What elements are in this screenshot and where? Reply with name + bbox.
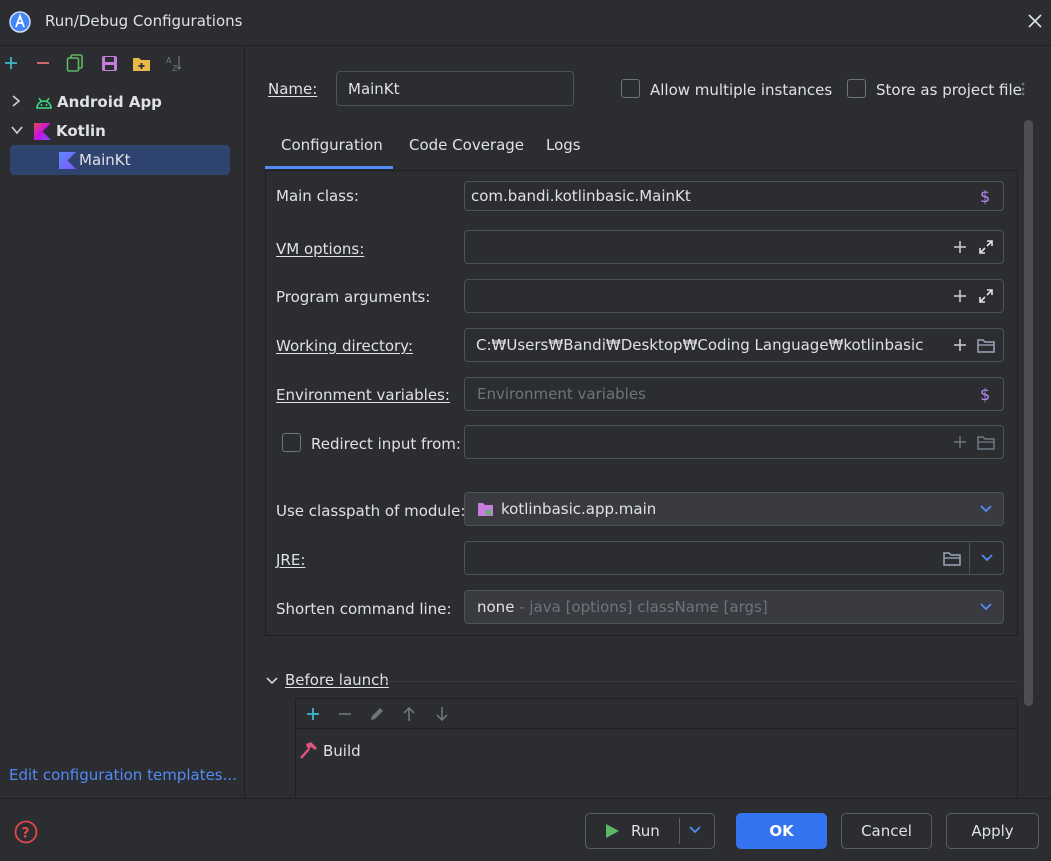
kotlin-icon (34, 122, 56, 140)
classpath-module-select[interactable]: kotlinbasic.app.main (464, 492, 1004, 526)
expand-icon[interactable] (975, 236, 997, 258)
tab-code-coverage[interactable]: Code Coverage (409, 136, 524, 154)
new-folder-icon[interactable] (132, 54, 150, 72)
ok-button[interactable]: OK (736, 813, 827, 849)
chevron-down-icon[interactable] (970, 547, 1003, 569)
working-directory-input[interactable]: C:₩Users₩Bandi₩Desktop₩Coding Language₩k… (464, 328, 1004, 362)
sort-alphabetically-icon[interactable]: AZ (165, 54, 183, 72)
window-title: Run/Debug Configurations (45, 12, 243, 30)
redirect-input-field[interactable] (464, 425, 1004, 459)
cancel-button[interactable]: Cancel (841, 813, 932, 849)
chevron-right-icon[interactable] (11, 94, 25, 110)
play-icon (605, 823, 620, 839)
plus-icon[interactable] (949, 285, 971, 307)
environment-variables-placeholder: Environment variables (477, 385, 646, 403)
section-divider (385, 681, 1018, 682)
svg-text:?: ? (22, 826, 30, 842)
classpath-module-value: kotlinbasic.app.main (501, 500, 657, 518)
save-icon[interactable] (100, 54, 118, 72)
tree-item-kotlin[interactable]: Kotlin (0, 117, 245, 145)
svg-text:Z: Z (172, 64, 178, 72)
classpath-module-label: Use classpath of module: (276, 502, 466, 520)
chevron-down-icon[interactable] (975, 596, 997, 618)
before-launch-toggle[interactable]: Before launch (285, 671, 389, 689)
run-split-button[interactable]: Run (585, 813, 715, 849)
more-options-icon[interactable] (1018, 80, 1028, 98)
remove-task-icon[interactable] (335, 704, 355, 724)
android-studio-icon (9, 11, 31, 33)
main-class-label: Main class: (276, 187, 359, 205)
svg-text:$: $ (980, 187, 990, 205)
move-up-icon[interactable] (399, 704, 419, 724)
move-down-icon[interactable] (432, 704, 452, 724)
plus-icon[interactable] (949, 236, 971, 258)
tree-item-label: MainKt (79, 151, 131, 169)
tab-configuration[interactable]: Configuration (281, 136, 383, 154)
vm-options-input[interactable] (464, 230, 1004, 264)
svg-text:$: $ (980, 385, 990, 403)
program-arguments-label: Program arguments: (276, 288, 431, 306)
close-icon[interactable] (1024, 10, 1046, 32)
add-task-icon[interactable] (303, 704, 323, 724)
vm-options-label: VM options: (276, 240, 365, 258)
divider (296, 728, 1017, 729)
chevron-down-icon[interactable] (11, 124, 25, 138)
folder-icon[interactable] (975, 431, 997, 453)
chevron-down-icon[interactable] (975, 498, 997, 520)
kotlin-icon (59, 152, 76, 169)
copy-icon[interactable] (66, 54, 84, 72)
main-class-value: com.bandi.kotlinbasic.MainKt (471, 187, 691, 205)
chevron-down-icon[interactable] (689, 826, 701, 834)
working-directory-label: Working directory: (276, 337, 414, 355)
remove-icon[interactable] (34, 54, 52, 72)
plus-icon[interactable] (949, 334, 971, 356)
plus-icon[interactable] (949, 431, 971, 453)
store-project-checkbox[interactable] (847, 79, 866, 98)
run-button-label: Run (631, 822, 660, 840)
redirect-input-checkbox[interactable] (282, 433, 301, 452)
allow-multiple-label: Allow multiple instances (650, 81, 833, 99)
build-task[interactable]: Build (323, 742, 361, 760)
dollar-icon[interactable]: $ (975, 383, 997, 405)
tree-item-android-app[interactable]: Android App (0, 88, 245, 116)
jre-label: JRE: (276, 551, 306, 569)
edit-templates-link[interactable]: Edit configuration templates... (9, 766, 237, 784)
program-arguments-input[interactable] (464, 279, 1004, 313)
help-icon[interactable]: ? (13, 819, 39, 845)
main-class-input[interactable]: com.bandi.kotlinbasic.MainKt $ (464, 181, 1004, 211)
shorten-command-hint: - java [options] className [args] (514, 598, 768, 616)
store-project-label: Store as project file (876, 81, 1022, 99)
shorten-command-value: none (477, 598, 515, 616)
name-value: MainKt (348, 79, 400, 98)
shorten-command-select[interactable]: none - java [options] className [args] (464, 590, 1004, 624)
working-directory-value: C:₩Users₩Bandi₩Desktop₩Coding Language₩k… (476, 336, 924, 354)
tab-logs[interactable]: Logs (546, 136, 581, 154)
allow-multiple-checkbox[interactable] (621, 79, 640, 98)
chevron-down-icon[interactable] (265, 672, 279, 686)
shorten-command-label: Shorten command line: (276, 600, 452, 618)
dollar-icon[interactable]: $ (975, 185, 997, 207)
folder-icon[interactable] (975, 334, 997, 356)
active-tab-indicator (265, 166, 393, 169)
hammer-icon (298, 741, 318, 761)
expand-icon[interactable] (975, 285, 997, 307)
name-input[interactable]: MainKt (336, 71, 574, 106)
folder-icon[interactable] (941, 547, 963, 569)
android-icon (35, 95, 57, 109)
module-folder-icon (477, 502, 501, 517)
add-icon[interactable] (2, 54, 20, 72)
name-label: Name: (268, 80, 318, 98)
apply-button[interactable]: Apply (946, 813, 1039, 849)
jre-input[interactable] (464, 541, 1004, 575)
edit-task-icon[interactable] (367, 704, 387, 724)
redirect-input-label: Redirect input from: (311, 435, 461, 453)
scrollbar[interactable] (1024, 120, 1033, 706)
tree-item-label: Android App (57, 93, 162, 111)
environment-variables-label: Environment variables: (276, 386, 450, 404)
environment-variables-input[interactable]: Environment variables $ (464, 377, 1004, 411)
tree-item-label: Kotlin (56, 122, 106, 140)
